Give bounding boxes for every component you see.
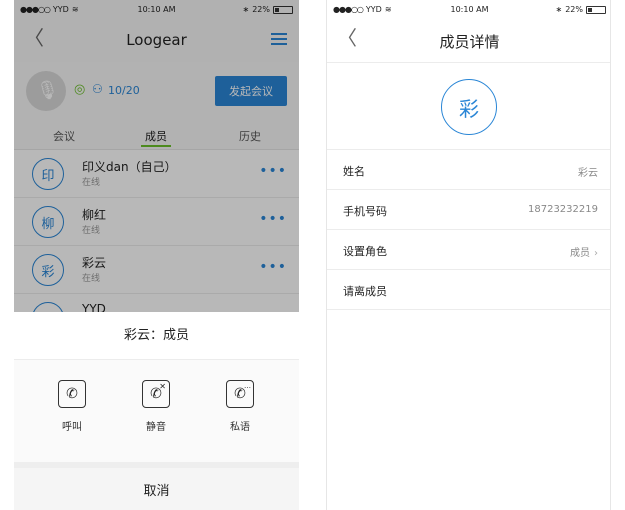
battery-icon xyxy=(586,5,606,14)
member-badge-section: 彩 xyxy=(327,62,610,150)
remove-member-button[interactable]: 请离成员 xyxy=(327,270,610,310)
mute-label: 静音 xyxy=(146,422,166,433)
action-sheet: 彩云：成员 ✆ 呼叫 ✆ ✕ 静音 ✆… 私语 取消 xyxy=(14,312,299,510)
detail-key: 请离成员 xyxy=(343,285,387,298)
chevron-right-icon: › xyxy=(594,248,598,259)
cancel-button[interactable]: 取消 xyxy=(14,462,299,510)
right-phone-screen: ●●●○○ YYD ≋ 10:10 AM ∗ 22% 〈 成员详情 彩 姓名 彩云 手… xyxy=(326,0,611,510)
page-title: 成员详情 xyxy=(439,33,500,51)
phone-icon: ✆ xyxy=(58,380,86,408)
detail-row-name: 姓名 彩云 xyxy=(327,150,610,190)
action-sheet-actions: ✆ 呼叫 ✆ ✕ 静音 ✆… 私语 xyxy=(14,360,299,462)
detail-value-wrap: 成员 › xyxy=(570,244,598,259)
detail-row-phone: 手机号码 18723232219 xyxy=(327,190,610,230)
member-avatar: 彩 xyxy=(441,79,497,135)
whisper-button[interactable]: ✆… 私语 xyxy=(210,380,270,433)
detail-key: 设置角色 xyxy=(343,245,387,258)
detail-value: 18723232219 xyxy=(528,204,598,215)
mute-button[interactable]: ✆ ✕ 静音 xyxy=(126,380,186,433)
call-label: 呼叫 xyxy=(62,422,82,433)
bluetooth-icon: ∗ xyxy=(555,5,563,14)
detail-key: 手机号码 xyxy=(343,205,387,218)
whisper-label: 私语 xyxy=(230,422,250,433)
phone-chat-icon: ✆… xyxy=(226,380,254,408)
battery-label: 22% xyxy=(565,5,583,14)
detail-value: 成员 xyxy=(570,248,590,259)
detail-key: 姓名 xyxy=(343,165,365,178)
call-button[interactable]: ✆ 呼叫 xyxy=(42,380,102,433)
modal-overlay[interactable] xyxy=(14,0,299,312)
nav-bar: 〈 成员详情 xyxy=(327,18,610,62)
status-bar: ●●●○○ YYD ≋ 10:10 AM ∗ 22% xyxy=(327,0,610,18)
left-phone-screen: ●●●○○ YYD ≋ 10:10 AM ∗ 22% 〈 Loogear 🎙 ◎ ⚇ … xyxy=(14,0,299,510)
detail-value: 彩云 xyxy=(578,168,598,179)
action-sheet-title: 彩云：成员 xyxy=(14,312,299,360)
phone-mute-icon: ✆ ✕ xyxy=(142,380,170,408)
detail-row-role[interactable]: 设置角色 成员 › xyxy=(327,230,610,270)
